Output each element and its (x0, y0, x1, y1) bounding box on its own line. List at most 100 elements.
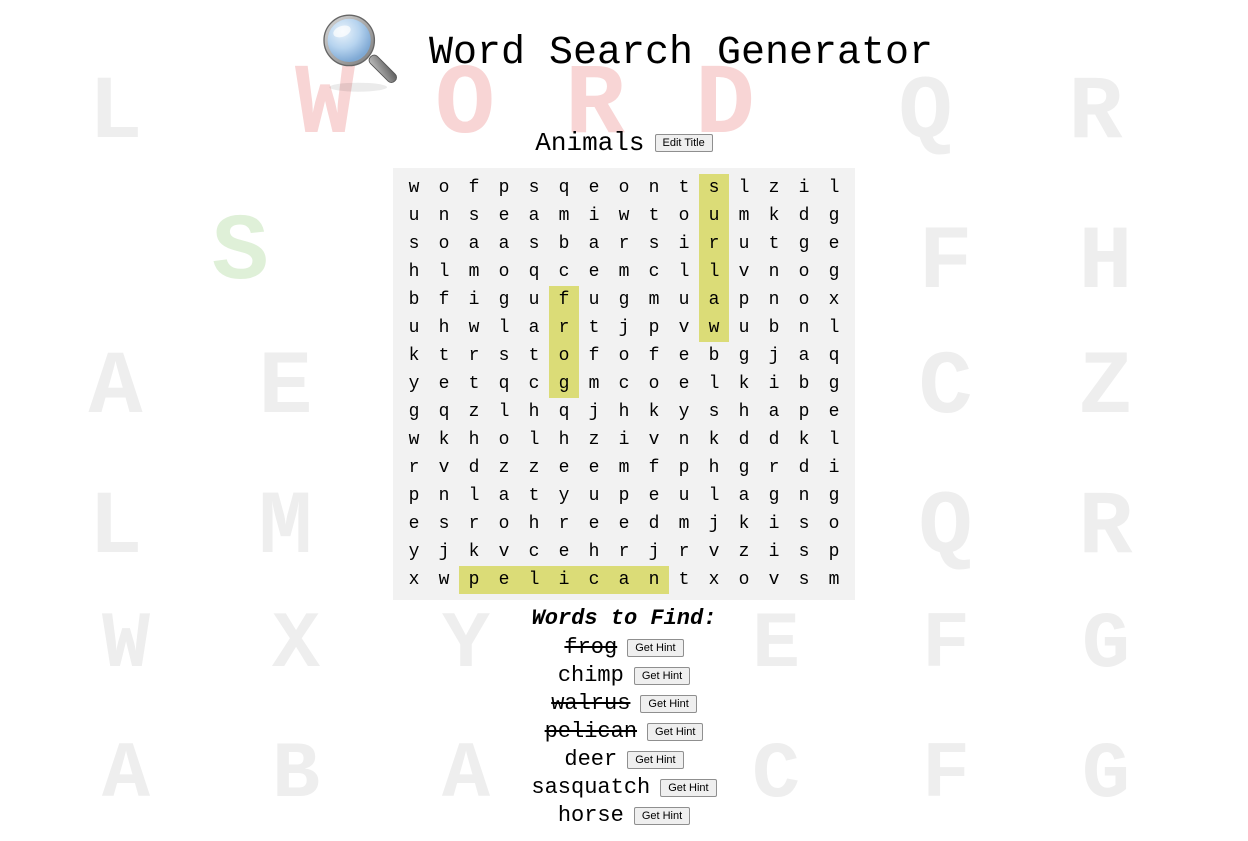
grid-cell[interactable]: o (729, 566, 759, 594)
grid-cell[interactable]: t (639, 202, 669, 230)
grid-cell[interactable]: p (399, 482, 429, 510)
grid-cell[interactable]: m (459, 258, 489, 286)
grid-cell[interactable]: e (579, 174, 609, 202)
grid-cell[interactable]: o (549, 342, 579, 370)
grid-cell[interactable]: c (579, 566, 609, 594)
grid-cell[interactable]: y (399, 370, 429, 398)
grid-cell[interactable]: l (429, 258, 459, 286)
grid-cell[interactable]: b (399, 286, 429, 314)
grid-cell[interactable]: a (519, 314, 549, 342)
grid-cell[interactable]: c (519, 538, 549, 566)
grid-cell[interactable]: n (639, 174, 669, 202)
grid-cell[interactable]: n (669, 426, 699, 454)
grid-cell[interactable]: l (519, 426, 549, 454)
grid-cell[interactable]: o (489, 258, 519, 286)
grid-cell[interactable]: t (579, 314, 609, 342)
grid-cell[interactable]: d (789, 202, 819, 230)
grid-cell[interactable]: k (759, 202, 789, 230)
edit-title-button[interactable]: Edit Title (655, 134, 713, 152)
grid-cell[interactable]: k (399, 342, 429, 370)
grid-cell[interactable]: l (819, 174, 849, 202)
grid-cell[interactable]: l (489, 314, 519, 342)
grid-cell[interactable]: b (759, 314, 789, 342)
grid-cell[interactable]: w (399, 174, 429, 202)
grid-cell[interactable]: g (819, 370, 849, 398)
grid-cell[interactable]: r (459, 342, 489, 370)
grid-cell[interactable]: s (489, 342, 519, 370)
grid-cell[interactable]: y (399, 538, 429, 566)
grid-cell[interactable]: l (669, 258, 699, 286)
grid-cell[interactable]: t (459, 370, 489, 398)
grid-cell[interactable]: s (429, 510, 459, 538)
grid-cell[interactable]: u (729, 314, 759, 342)
grid-cell[interactable]: v (729, 258, 759, 286)
grid-cell[interactable]: k (639, 398, 669, 426)
grid-cell[interactable]: l (699, 370, 729, 398)
grid-cell[interactable]: e (549, 454, 579, 482)
grid-cell[interactable]: e (579, 454, 609, 482)
grid-cell[interactable]: m (729, 202, 759, 230)
grid-cell[interactable]: u (699, 202, 729, 230)
grid-cell[interactable]: l (489, 398, 519, 426)
grid-cell[interactable]: o (639, 370, 669, 398)
grid-cell[interactable]: u (669, 482, 699, 510)
grid-cell[interactable]: m (549, 202, 579, 230)
grid-cell[interactable]: x (699, 566, 729, 594)
grid-cell[interactable]: a (519, 202, 549, 230)
grid-cell[interactable]: g (819, 482, 849, 510)
grid-cell[interactable]: e (819, 398, 849, 426)
grid-cell[interactable]: c (639, 258, 669, 286)
grid-cell[interactable]: c (519, 370, 549, 398)
grid-cell[interactable]: e (669, 370, 699, 398)
grid-cell[interactable]: m (609, 454, 639, 482)
grid-cell[interactable]: o (489, 426, 519, 454)
grid-cell[interactable]: o (429, 230, 459, 258)
grid-cell[interactable]: e (549, 538, 579, 566)
grid-cell[interactable]: n (429, 202, 459, 230)
grid-cell[interactable]: l (699, 258, 729, 286)
grid-cell[interactable]: t (519, 342, 549, 370)
grid-cell[interactable]: p (459, 566, 489, 594)
grid-cell[interactable]: v (669, 314, 699, 342)
grid-cell[interactable]: k (429, 426, 459, 454)
grid-cell[interactable]: u (579, 482, 609, 510)
grid-cell[interactable]: p (609, 482, 639, 510)
grid-cell[interactable]: a (609, 566, 639, 594)
grid-cell[interactable]: p (819, 538, 849, 566)
letter-grid[interactable]: wofpsqeontslzilunseamiwtoumkdgsoaasbarsi… (393, 168, 855, 600)
grid-cell[interactable]: e (579, 510, 609, 538)
grid-cell[interactable]: r (609, 230, 639, 258)
hint-button[interactable]: Get Hint (634, 667, 690, 685)
grid-cell[interactable]: s (399, 230, 429, 258)
grid-cell[interactable]: g (729, 454, 759, 482)
grid-cell[interactable]: b (699, 342, 729, 370)
grid-cell[interactable]: z (489, 454, 519, 482)
grid-cell[interactable]: u (669, 286, 699, 314)
grid-cell[interactable]: u (729, 230, 759, 258)
grid-cell[interactable]: j (609, 314, 639, 342)
grid-cell[interactable]: c (609, 370, 639, 398)
grid-cell[interactable]: n (429, 482, 459, 510)
grid-cell[interactable]: a (489, 230, 519, 258)
grid-cell[interactable]: s (459, 202, 489, 230)
grid-cell[interactable]: k (789, 426, 819, 454)
grid-cell[interactable]: f (429, 286, 459, 314)
grid-cell[interactable]: l (459, 482, 489, 510)
grid-cell[interactable]: i (759, 370, 789, 398)
hint-button[interactable]: Get Hint (660, 779, 716, 797)
grid-cell[interactable]: t (519, 482, 549, 510)
grid-cell[interactable]: m (639, 286, 669, 314)
grid-cell[interactable]: g (609, 286, 639, 314)
grid-cell[interactable]: a (759, 398, 789, 426)
grid-cell[interactable]: l (729, 174, 759, 202)
grid-cell[interactable]: p (489, 174, 519, 202)
grid-cell[interactable]: u (399, 202, 429, 230)
grid-cell[interactable]: j (759, 342, 789, 370)
grid-cell[interactable]: b (789, 370, 819, 398)
grid-cell[interactable]: w (429, 566, 459, 594)
hint-button[interactable]: Get Hint (627, 639, 683, 657)
grid-cell[interactable]: s (639, 230, 669, 258)
grid-cell[interactable]: p (789, 398, 819, 426)
grid-cell[interactable]: w (609, 202, 639, 230)
grid-cell[interactable]: h (519, 510, 549, 538)
